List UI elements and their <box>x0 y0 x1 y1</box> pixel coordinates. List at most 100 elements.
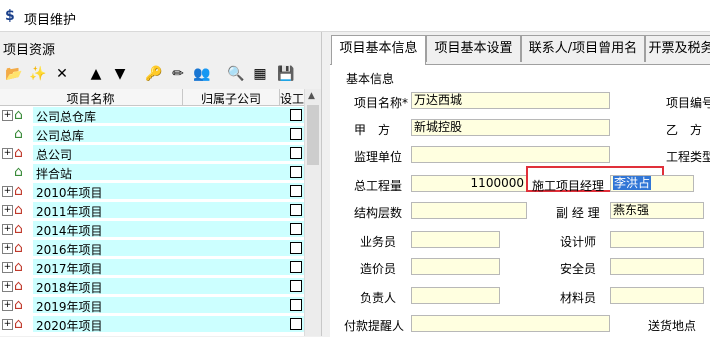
row-checkbox[interactable] <box>290 185 302 197</box>
house-icon: ⌂ <box>14 297 23 313</box>
tree-row[interactable]: ⌂ 拌合站 <box>0 163 321 182</box>
row-label: 2016年项目 <box>36 243 103 257</box>
row-checkbox[interactable] <box>290 147 302 159</box>
structure-floors-input[interactable] <box>411 202 527 219</box>
expand-icon[interactable]: + <box>2 224 13 235</box>
tab-invoice-tax[interactable]: 开票及税务 <box>645 35 710 62</box>
project-type-label: 工程类型 <box>666 150 710 164</box>
row-label: 2019年项目 <box>36 300 103 314</box>
window-title: 项目维护 <box>24 13 77 28</box>
party-a-input[interactable]: 新城控股 <box>411 119 610 136</box>
project-name-input[interactable]: 万达西城 <box>411 92 610 109</box>
column-header-name[interactable]: 项目名称 <box>0 90 181 107</box>
row-checkbox[interactable] <box>290 166 302 178</box>
material-officer-input[interactable] <box>610 287 704 304</box>
scroll-thumb[interactable] <box>307 105 319 165</box>
tree-row[interactable]: + ⌂ 2019年项目 <box>0 296 321 315</box>
row-checkbox[interactable] <box>290 280 302 292</box>
deputy-manager-input[interactable]: 燕东强 <box>610 202 704 219</box>
expand-icon[interactable]: + <box>2 281 13 292</box>
detail-panel: 项目基本信息 项目基本设置 联系人/项目曾用名 开票及税务 基本信息 项目名称*… <box>327 32 710 337</box>
expand-icon[interactable]: + <box>2 300 13 311</box>
scroll-up-icon[interactable]: ▲ <box>308 91 315 101</box>
row-checkbox[interactable] <box>290 223 302 235</box>
tree-row[interactable]: + ⌂ 2011年项目 <box>0 201 321 220</box>
clerk-input[interactable] <box>411 231 500 248</box>
clerk-label: 业务员 <box>360 235 397 249</box>
row-checkbox[interactable] <box>290 242 302 254</box>
tree-header: 项目名称 归属子公司 设工 <box>0 89 321 106</box>
row-label: 公司总库 <box>36 129 85 143</box>
find-icon[interactable]: 🔍 <box>226 64 246 84</box>
grid-icon[interactable]: ▦ <box>250 64 270 84</box>
row-checkbox[interactable] <box>290 261 302 273</box>
eraser-icon[interactable]: ✏ <box>168 64 188 84</box>
row-label: 总公司 <box>36 148 73 162</box>
expand-icon[interactable]: + <box>2 110 13 121</box>
column-header-flag[interactable]: 设工 <box>280 90 304 107</box>
material-officer-label: 材料员 <box>560 291 597 305</box>
tree-row[interactable]: + ⌂ 总公司 <box>0 144 321 163</box>
tree-row[interactable]: + ⌂ 2010年项目 <box>0 182 321 201</box>
tab-basic-settings[interactable]: 项目基本设置 <box>426 35 521 62</box>
responsible-input[interactable] <box>411 287 500 304</box>
expand-icon[interactable]: + <box>2 148 13 159</box>
expand-icon[interactable]: + <box>2 205 13 216</box>
move-up-icon[interactable]: ▲ <box>86 64 106 84</box>
designer-input[interactable] <box>610 231 704 248</box>
row-checkbox[interactable] <box>290 318 302 330</box>
move-down-icon[interactable]: ▼ <box>110 64 130 84</box>
payment-reminder-input[interactable] <box>411 315 610 332</box>
house-icon: ⌂ <box>14 278 23 294</box>
row-checkbox[interactable] <box>290 299 302 311</box>
safety-officer-input[interactable] <box>610 258 704 275</box>
save-icon[interactable]: 💾 <box>276 64 296 84</box>
construction-manager-input[interactable]: 李洪占 <box>610 175 694 192</box>
responsible-label: 负责人 <box>360 291 397 305</box>
row-checkbox[interactable] <box>290 109 302 121</box>
column-header-parent[interactable]: 归属子公司 <box>184 90 278 107</box>
expand-icon[interactable]: + <box>2 262 13 273</box>
warehouse-icon: ⌂ <box>14 107 23 123</box>
tree-row[interactable]: + ⌂ 2014年项目 <box>0 220 321 239</box>
tree-row[interactable]: + ⌂ 2016年项目 <box>0 239 321 258</box>
expand-icon[interactable]: + <box>2 186 13 197</box>
payment-reminder-label: 付款提醒人 <box>344 319 405 333</box>
tree-scrollbar[interactable]: ▲ <box>304 89 322 336</box>
tree-row[interactable]: + ⌂ 2018年项目 <box>0 277 321 296</box>
users-icon[interactable]: 👥 <box>192 64 212 84</box>
row-label: 2011年项目 <box>36 205 103 219</box>
row-checkbox[interactable] <box>290 128 302 140</box>
house-icon: ⌂ <box>14 316 23 332</box>
total-amount-label: 总工程量 <box>354 179 403 193</box>
new-item-icon[interactable]: ✨ <box>28 64 48 84</box>
house-icon: ⌂ <box>14 259 23 275</box>
warehouse-icon: ⌂ <box>14 126 23 142</box>
row-label: 拌合站 <box>36 167 73 181</box>
open-folder-icon[interactable]: 📂 <box>4 64 24 84</box>
row-label: 2010年项目 <box>36 186 103 200</box>
cost-estimator-input[interactable] <box>411 258 500 275</box>
tree-row[interactable]: + ⌂ 2017年项目 <box>0 258 321 277</box>
delete-icon[interactable]: ✕ <box>52 64 72 84</box>
row-label: 2018年项目 <box>36 281 103 295</box>
supervisor-label: 监理单位 <box>354 150 403 164</box>
supervisor-input[interactable] <box>411 146 610 163</box>
expand-icon[interactable]: + <box>2 243 13 254</box>
key-icon[interactable]: 🔑 <box>144 64 164 84</box>
tree-row[interactable]: + ⌂ 公司总仓库 <box>0 106 321 125</box>
panel-header: 项目资源 <box>3 43 56 58</box>
row-checkbox[interactable] <box>290 204 302 216</box>
total-amount-input[interactable]: 1100000 <box>411 175 527 192</box>
row-label: 2017年项目 <box>36 262 103 276</box>
expand-icon[interactable]: + <box>2 319 13 330</box>
section-title: 基本信息 <box>346 72 395 86</box>
title-bar: $ 项目维护 <box>0 0 710 32</box>
deputy-manager-label: 副 经 理 <box>556 206 600 220</box>
tree-row[interactable]: ⌂ 公司总库 <box>0 125 321 144</box>
tree-row[interactable]: + ⌂ 2020年项目 <box>0 315 321 334</box>
tab-contacts[interactable]: 联系人/项目曾用名 <box>521 35 645 62</box>
tab-basic-info[interactable]: 项目基本信息 <box>331 35 426 65</box>
resource-toolbar: 📂 ✨ ✕ ▲ ▼ 🔑 ✏ 👥 🔍 ▦ 💾 <box>0 62 321 88</box>
basic-info-form: 基本信息 项目名称* 万达西城 项目编号 甲 方 新城控股 乙 方 监理单位 工… <box>330 64 710 337</box>
